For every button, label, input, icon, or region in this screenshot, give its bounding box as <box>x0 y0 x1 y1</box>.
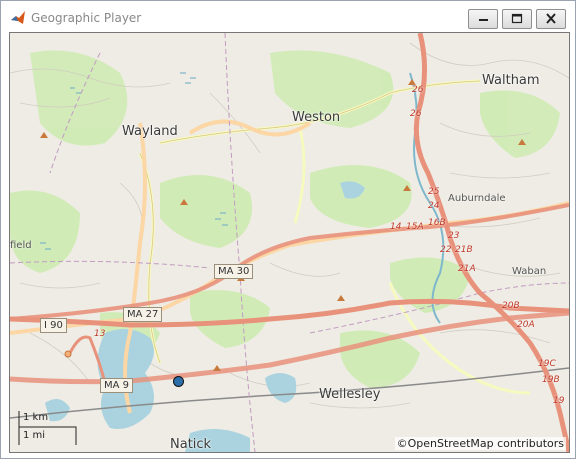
scale-km-label: 1 km <box>23 412 49 423</box>
exit-label: 14 <box>390 222 402 232</box>
town-label-wellesley: Wellesley <box>319 387 381 402</box>
map-panel[interactable]: Waltham Wayland Weston Wellesley Natick … <box>9 32 570 453</box>
scale-mi-label: 1 mi <box>23 430 46 441</box>
exit-label: 26 <box>410 109 422 119</box>
town-label-auburndale: Auburndale <box>448 193 506 204</box>
exit-label: 26 <box>412 85 424 95</box>
exit-label: 19 <box>553 396 565 406</box>
close-button[interactable] <box>536 9 566 29</box>
app-window: Geographic Player Waltham Wayland Weston… <box>0 0 576 459</box>
town-label-wayland: Wayland <box>122 124 178 139</box>
exit-label: 20B <box>502 301 520 311</box>
exit-label: 21B <box>455 245 473 255</box>
town-label-field: field <box>10 240 32 251</box>
town-label-waltham: Waltham <box>482 73 540 88</box>
exit-label: 22 <box>440 245 452 255</box>
exit-label: 15A <box>406 222 424 232</box>
title-bar[interactable]: Geographic Player <box>1 1 575 31</box>
maximize-button[interactable] <box>502 9 532 29</box>
exit-label: 24 <box>428 201 440 211</box>
exit-label: 19C <box>538 359 556 369</box>
exit-label: 19B <box>542 375 560 385</box>
exit-label: 16B <box>428 218 446 228</box>
exit-label: 21A <box>458 264 476 274</box>
vehicle-position-marker[interactable] <box>173 376 184 387</box>
scale-bar: 1 km 1 mi <box>18 410 78 445</box>
exit-label: 20A <box>517 320 535 330</box>
exit-label: 13 <box>94 329 106 339</box>
map-attribution[interactable]: ©OpenStreetMap contributors <box>394 437 566 450</box>
maximize-icon <box>511 13 523 24</box>
town-label-natick: Natick <box>170 437 212 452</box>
town-label-weston: Weston <box>292 110 341 125</box>
exit-label: 25 <box>428 187 440 197</box>
close-icon <box>546 13 556 24</box>
route-shield-ma9: MA 9 <box>100 378 134 393</box>
minimize-icon <box>479 19 488 21</box>
route-shield-ma27: MA 27 <box>123 307 163 322</box>
map-base-layer <box>10 33 569 452</box>
route-shield-i90: I 90 <box>40 318 67 333</box>
route-shield-ma30: MA 30 <box>214 264 254 279</box>
exit-label: 23 <box>448 231 460 241</box>
minimize-button[interactable] <box>468 9 498 29</box>
window-title: Geographic Player <box>31 11 142 25</box>
matlab-logo-icon <box>11 11 25 24</box>
town-label-waban: Waban <box>512 266 547 277</box>
